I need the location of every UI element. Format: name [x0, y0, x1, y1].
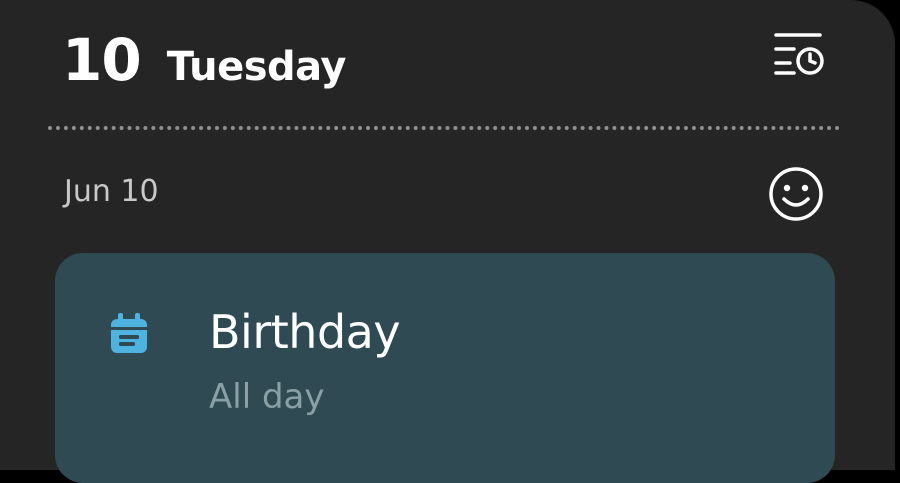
mood-button[interactable]	[766, 164, 826, 224]
schedule-view-button[interactable]	[768, 28, 828, 78]
day-number: 10	[62, 26, 142, 94]
event-title: Birthday	[209, 305, 401, 359]
calendar-icon	[111, 313, 147, 353]
event-time: All day	[209, 377, 325, 417]
list-clock-icon	[774, 33, 824, 75]
weekday-label: Tuesday	[166, 44, 347, 90]
dotted-divider	[48, 126, 840, 130]
section-date-label: Jun 10	[64, 174, 159, 209]
day-detail-panel: 10 Tuesday Jun 10 Birthday All day	[0, 0, 895, 483]
smiley-icon	[769, 167, 823, 221]
date-header: 10 Tuesday	[62, 26, 347, 94]
event-card[interactable]: Birthday All day	[55, 253, 835, 483]
